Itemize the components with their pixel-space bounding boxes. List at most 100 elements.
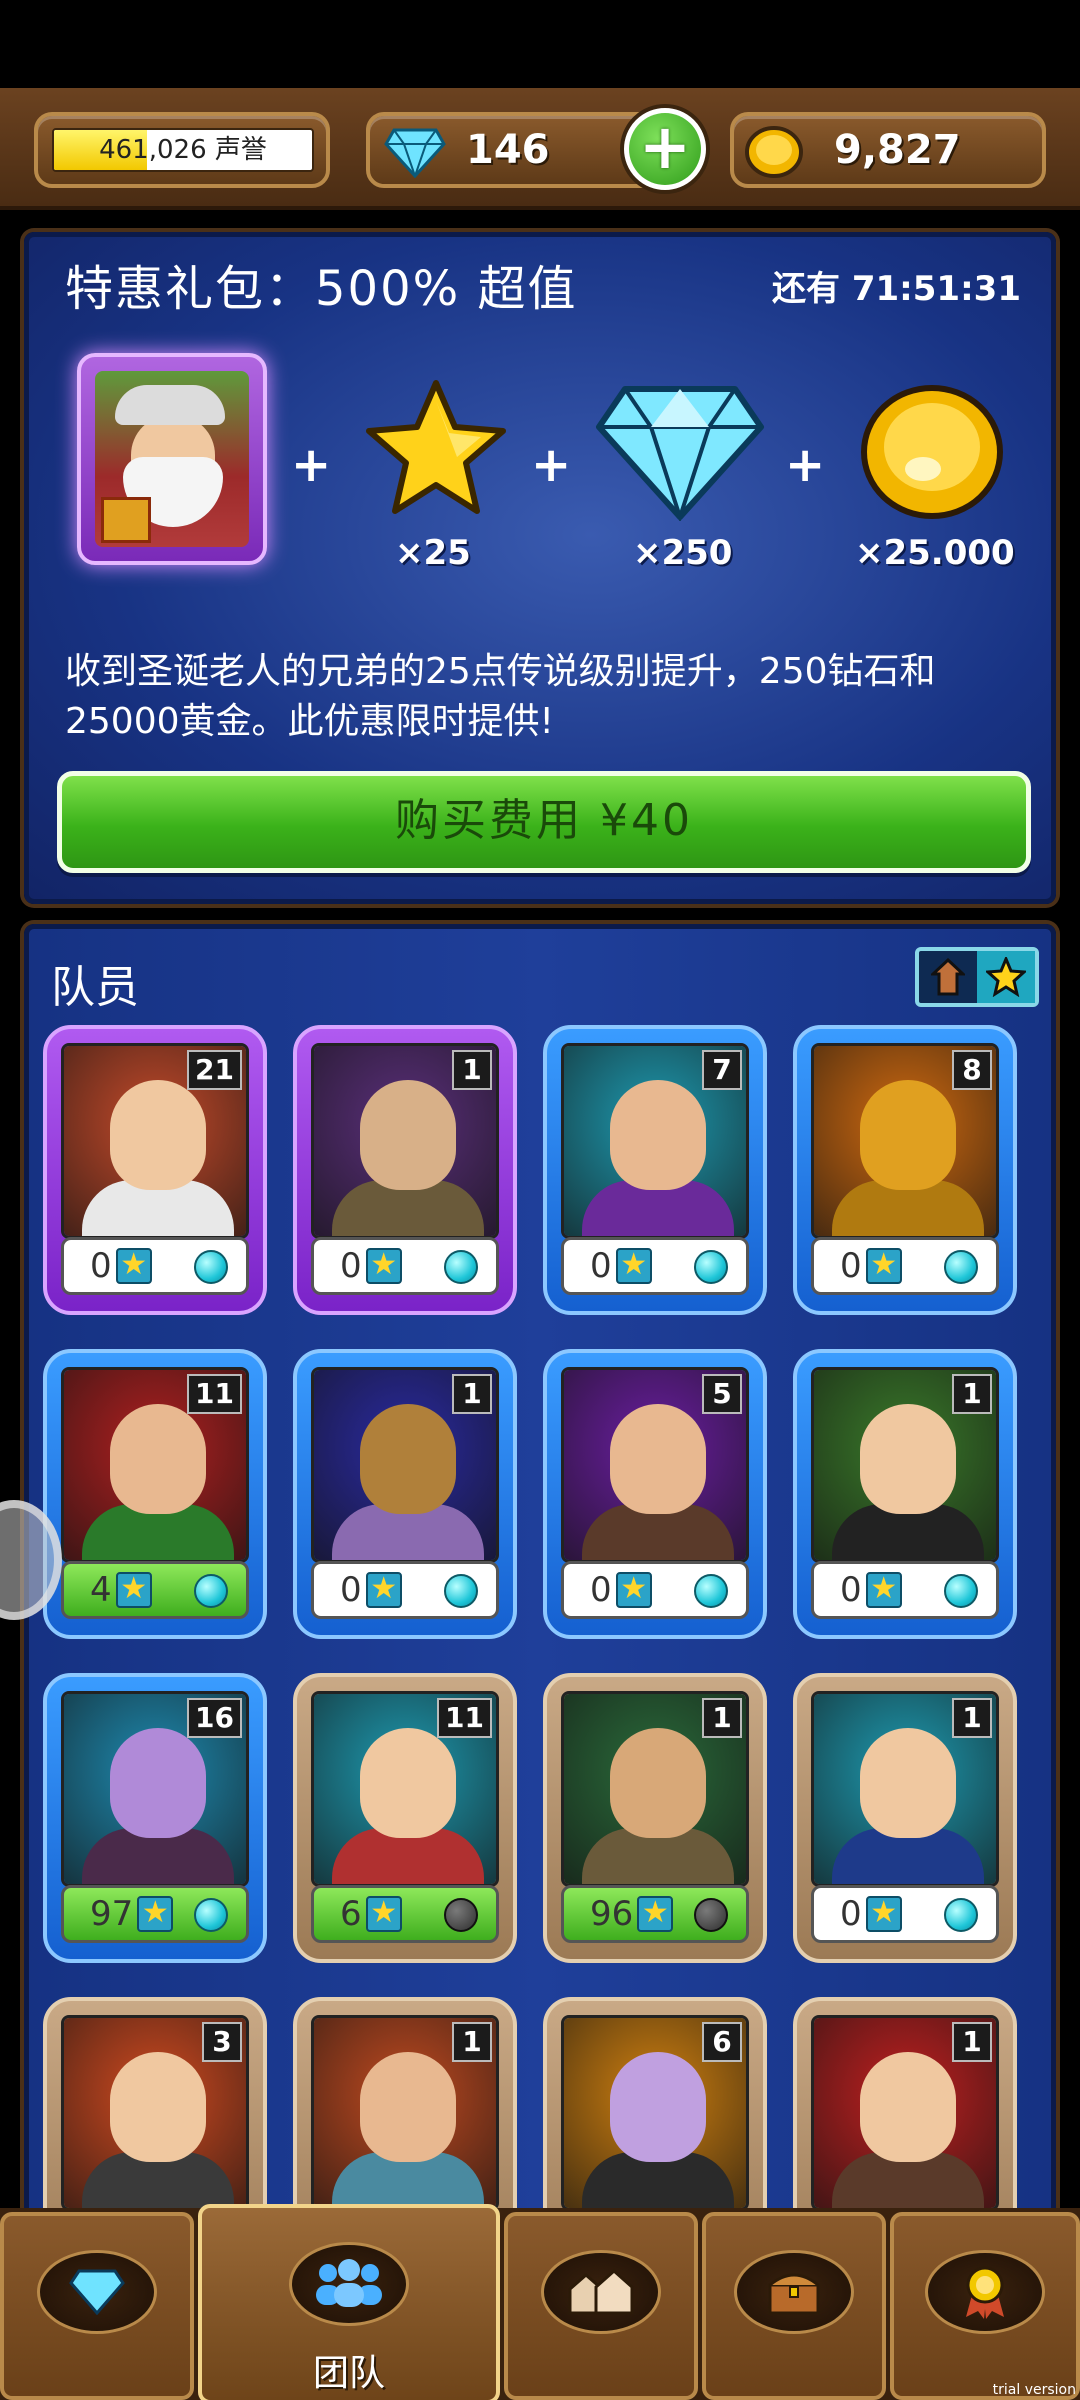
team-member-card[interactable]: 11 6 ★: [293, 1673, 517, 1963]
nav-shop-button[interactable]: [0, 2212, 194, 2400]
team-member-card[interactable]: 6: [543, 1997, 767, 2219]
portrait-head: [360, 1404, 456, 1514]
member-level-badge: 7: [702, 1050, 742, 1090]
nav-medallion: [734, 2250, 854, 2334]
portrait-head: [610, 2052, 706, 2162]
team-member-card[interactable]: 21 0 ★: [43, 1025, 267, 1315]
team-member-card[interactable]: 8 0 ★: [793, 1025, 1017, 1315]
member-portrait: 16: [61, 1691, 249, 1887]
member-level-badge: 11: [437, 1698, 492, 1738]
member-level-badge: 1: [952, 2022, 992, 2062]
diamond-reward-label: ×250: [633, 533, 733, 573]
team-member-card[interactable]: 5 0 ★: [543, 1349, 767, 1639]
member-level-badge: 1: [952, 1374, 992, 1414]
team-member-card[interactable]: 1 96 ★: [543, 1673, 767, 1963]
star-icon: ★: [865, 1896, 902, 1932]
buildings-icon: [568, 2269, 634, 2315]
portrait-head: [360, 2052, 456, 2162]
status-orb-icon: [694, 1574, 728, 1608]
house-icon: [931, 958, 965, 996]
team-title: 队员: [51, 962, 139, 1013]
team-member-card[interactable]: 16 97 ★: [43, 1673, 267, 1963]
star-icon: ★: [365, 1572, 402, 1608]
team-member-card[interactable]: 1 0 ★: [793, 1349, 1017, 1639]
trial-watermark: trial version: [992, 2382, 1076, 2398]
member-stars-bar: 0 ★: [811, 1885, 999, 1943]
nav-medallion: [541, 2250, 661, 2334]
member-level-badge: 1: [452, 1374, 492, 1414]
status-orb-icon: [194, 1574, 228, 1608]
nav-buildings-button[interactable]: [504, 2212, 698, 2400]
sort-toggle[interactable]: [915, 947, 1039, 1007]
diamond-icon: [384, 128, 446, 178]
team-icon: [316, 2259, 382, 2307]
plus-sign: +: [291, 437, 332, 493]
member-portrait: 1: [811, 2015, 999, 2211]
member-stars-bar: 0 ★: [561, 1237, 749, 1295]
nav-achievements-button[interactable]: [890, 2212, 1080, 2400]
member-stars-count: 0: [840, 1570, 862, 1610]
status-orb-icon: [944, 1250, 978, 1284]
nav-chest-button[interactable]: [702, 2212, 886, 2400]
member-level-badge: 6: [702, 2022, 742, 2062]
portrait-head: [360, 1728, 456, 1838]
member-portrait: 5: [561, 1367, 749, 1563]
portrait-head: [110, 1080, 206, 1190]
sort-by-level-button[interactable]: [919, 951, 977, 1003]
star-icon: ★: [865, 1572, 902, 1608]
team-panel: 队员 21 0 ★ 1 0 ★ 7 0 ★ 8 0 ★ 11 4 ★ 1 0 ★ 5 0 ★ 1 0 ★ 16 97 ★ 11 6 ★ 1 9…: [24, 924, 1056, 2224]
star-icon: [366, 380, 506, 514]
member-portrait: 3: [61, 2015, 249, 2211]
portrait-head: [110, 1404, 206, 1514]
sort-by-stars-button[interactable]: [977, 951, 1035, 1003]
member-stars-bar: 0 ★: [311, 1561, 499, 1619]
portrait-head: [860, 1728, 956, 1838]
status-orb-icon: [194, 1898, 228, 1932]
team-member-card[interactable]: 1: [293, 1997, 517, 2219]
nav-team-label: 团队: [312, 2353, 385, 2394]
add-gems-button[interactable]: +: [620, 104, 710, 194]
star-icon: ★: [365, 1248, 402, 1284]
member-portrait: 11: [61, 1367, 249, 1563]
member-level-badge: 1: [952, 1698, 992, 1738]
portrait-head: [610, 1404, 706, 1514]
member-stars-count: 4: [90, 1570, 112, 1610]
member-level-badge: 1: [452, 2022, 492, 2062]
nav-medallion: [925, 2250, 1045, 2334]
team-member-card[interactable]: 1 0 ★: [293, 1025, 517, 1315]
star-icon: ★: [865, 1248, 902, 1284]
portrait-head: [110, 1728, 206, 1838]
member-level-badge: 8: [952, 1050, 992, 1090]
member-stars-bar: 0 ★: [811, 1237, 999, 1295]
team-member-card[interactable]: 1 0 ★: [793, 1673, 1017, 1963]
status-orb-icon: [444, 1574, 478, 1608]
team-member-card[interactable]: 11 4 ★: [43, 1349, 267, 1639]
member-stars-bar: 96 ★: [561, 1885, 749, 1943]
team-member-card[interactable]: 7 0 ★: [543, 1025, 767, 1315]
star-icon: ★: [365, 1896, 402, 1932]
member-level-badge: 11: [187, 1374, 242, 1414]
team-member-card[interactable]: 3: [43, 1997, 267, 2219]
portrait-head: [860, 1404, 956, 1514]
nav-team-button[interactable]: 团队: [198, 2204, 500, 2400]
reputation-meter[interactable]: 461,026 声誉: [34, 112, 330, 188]
gems-value: 146: [466, 127, 550, 173]
member-portrait: 1: [811, 1691, 999, 1887]
santa-brother-portrait: [77, 353, 267, 565]
member-level-badge: 21: [187, 1050, 242, 1090]
resource-bar: 461,026 声誉 146 + 9,827: [0, 88, 1080, 210]
team-member-card[interactable]: 1: [793, 1997, 1017, 2219]
offer-description: 收到圣诞老人的兄弟的25点传说级别提升，250钻石和25000黄金。此优惠限时提…: [65, 651, 936, 742]
member-stars-count: 0: [90, 1246, 112, 1286]
member-stars-count: 0: [840, 1894, 862, 1934]
status-orb-icon: [694, 1898, 728, 1932]
gold-counter[interactable]: 9,827: [730, 112, 1046, 188]
buy-offer-button[interactable]: 购买费用 ¥40: [57, 771, 1031, 873]
nav-medallion: [37, 2250, 157, 2334]
portrait-head: [610, 1728, 706, 1838]
portrait-head: [860, 2052, 956, 2162]
member-stars-count: 0: [340, 1246, 362, 1286]
star-icon: ★: [637, 1896, 674, 1932]
team-member-card[interactable]: 1 0 ★: [293, 1349, 517, 1639]
gold-coin-icon: [745, 126, 803, 178]
